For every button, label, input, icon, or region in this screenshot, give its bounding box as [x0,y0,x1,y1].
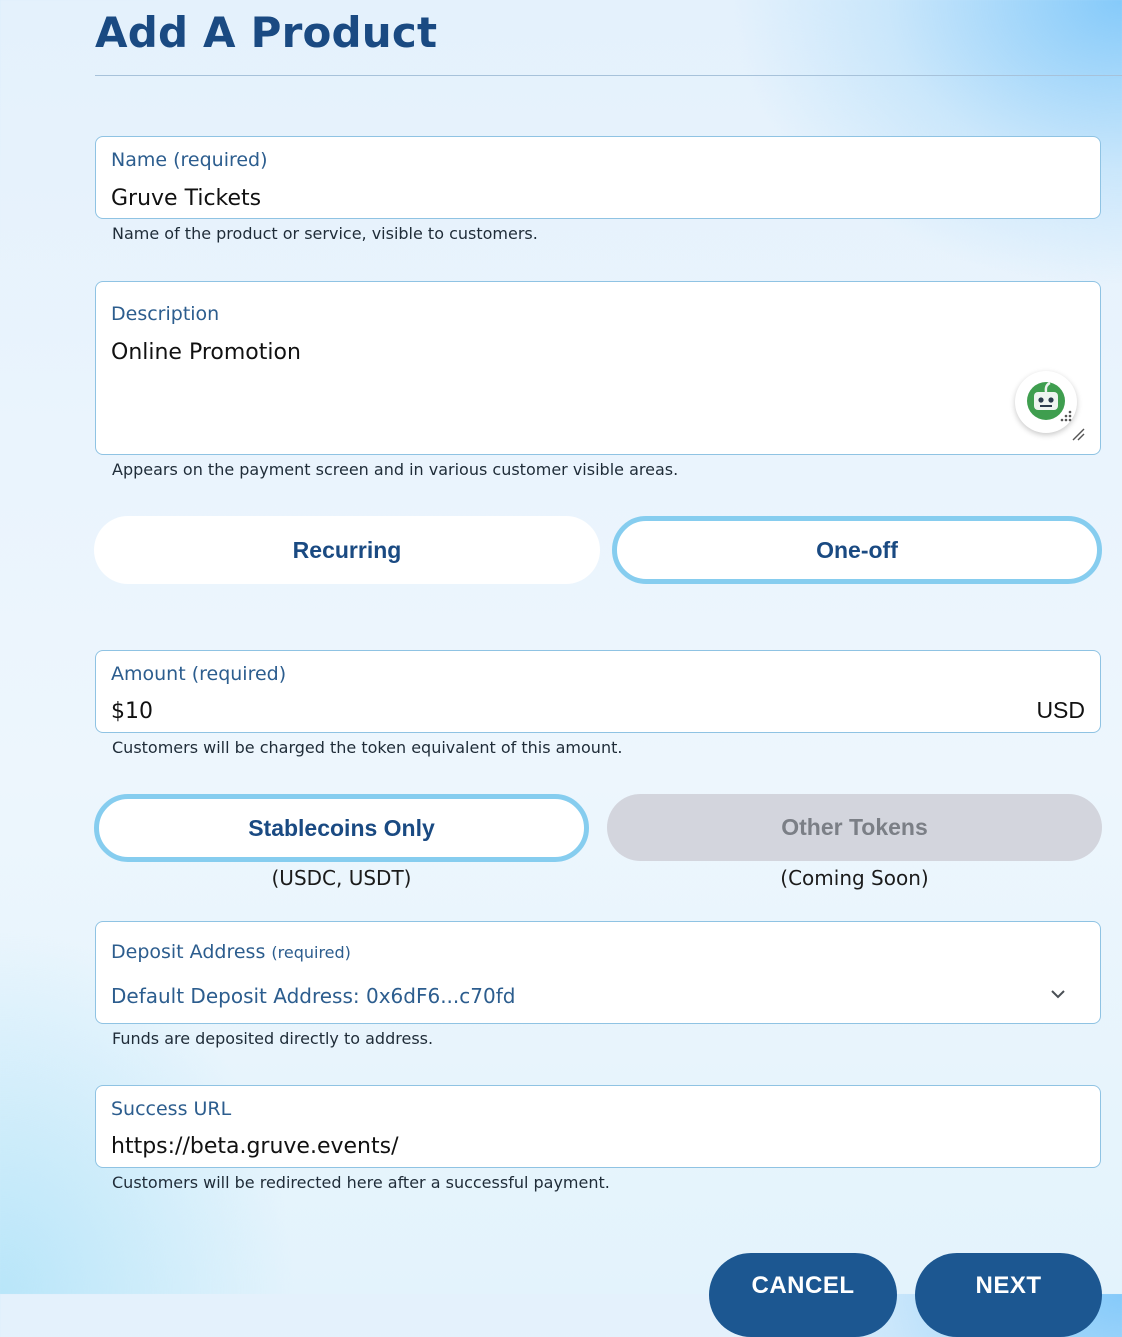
amount-field[interactable]: Amount (required) $10 USD [95,650,1101,733]
description-field-label: Description [111,303,220,325]
description-field-value[interactable]: Online Promotion [111,339,301,367]
next-button[interactable]: NEXT [915,1253,1102,1337]
deposit-address-select[interactable]: Deposit Address (required) Default Depos… [95,921,1101,1024]
success-url-field[interactable]: Success URL https://beta.gruve.events/ [95,1085,1101,1168]
resize-handle-icon[interactable] [1071,427,1085,441]
deposit-address-helper: Funds are deposited directly to address. [112,1029,434,1048]
stablecoins-note: (USDC, USDT) [271,866,412,890]
chevron-down-icon[interactable] [1048,984,1068,1004]
amount-field-value[interactable]: $10 [111,698,153,726]
one-off-toggle[interactable]: One-off [612,516,1102,584]
robot-assistant-icon[interactable] [1015,371,1077,433]
other-tokens-toggle: Other Tokens [607,794,1102,861]
other-tokens-note: (Coming Soon) [780,866,929,890]
name-field-value[interactable]: Gruve Tickets [111,185,261,213]
success-url-helper: Customers will be redirected here after … [112,1173,610,1192]
success-url-label: Success URL [111,1098,232,1120]
recurring-toggle[interactable]: Recurring [94,516,600,584]
currency-label: USD [1036,697,1085,723]
description-field-helper: Appears on the payment screen and in var… [112,460,679,479]
amount-field-helper: Customers will be charged the token equi… [112,738,623,757]
name-field-label: Name (required) [111,149,268,171]
deposit-address-value[interactable]: Default Deposit Address: 0x6dF6...c70fd [111,984,515,1008]
name-field-helper: Name of the product or service, visible … [112,224,538,243]
success-url-value[interactable]: https://beta.gruve.events/ [111,1133,399,1161]
page-title: Add A Product [95,8,438,57]
amount-field-label: Amount (required) [111,663,287,685]
name-field[interactable]: Name (required) Gruve Tickets [95,136,1101,219]
description-field[interactable]: Description Online Promotion [95,281,1101,455]
stablecoins-only-toggle[interactable]: Stablecoins Only [94,794,589,862]
cancel-button[interactable]: CANCEL [709,1253,897,1337]
deposit-address-label: Deposit Address (required) [111,941,351,963]
title-divider [95,75,1122,76]
